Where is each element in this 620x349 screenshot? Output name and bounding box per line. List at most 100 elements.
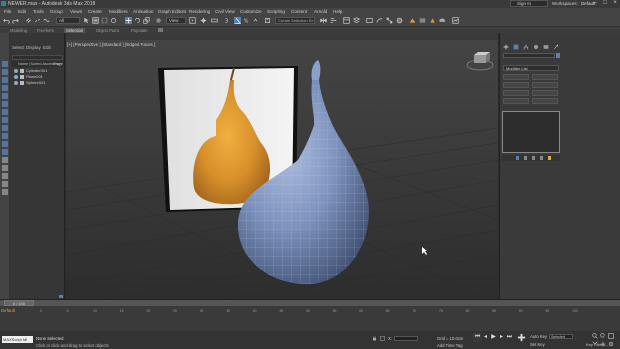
explorer-search-input[interactable] — [12, 55, 63, 60]
named-selection-dropdown[interactable]: Create Selection Se — [275, 17, 315, 24]
redo-icon[interactable] — [12, 17, 19, 24]
explorer-tab-select[interactable]: Select — [12, 45, 25, 50]
pan-view-icon[interactable] — [600, 341, 606, 347]
set-key-toggle[interactable]: Set Key — [530, 342, 545, 347]
ribbon-tab-modeling[interactable]: Modeling — [10, 28, 27, 33]
menu-file[interactable]: File — [4, 9, 11, 14]
play-icon[interactable]: ▶ — [490, 334, 497, 341]
spinner-snap-icon[interactable] — [252, 17, 259, 24]
display-geometry-icon[interactable] — [2, 85, 8, 91]
menu-create[interactable]: Create — [88, 9, 102, 14]
modifier-button-5[interactable] — [503, 90, 529, 96]
set-key-icon[interactable] — [517, 333, 526, 342]
snaps-toggle-icon[interactable]: 3 — [224, 17, 231, 24]
visibility-icon[interactable] — [14, 69, 18, 73]
object-name-field[interactable] — [503, 53, 555, 58]
previous-frame-icon[interactable]: ◂ — [482, 334, 489, 341]
mirror-icon[interactable] — [320, 17, 327, 24]
viewcube-icon[interactable] — [466, 48, 494, 72]
viewport-label-menu[interactable]: [+] [Perspective ] [Standard ] [Edged Fa… — [67, 42, 155, 47]
menu-scripting[interactable]: Scripting — [267, 9, 285, 14]
rendered-frame-window-icon[interactable] — [419, 17, 426, 24]
field-of-view-icon[interactable] — [592, 341, 598, 347]
display-frozen-icon[interactable] — [2, 165, 8, 171]
minimize-icon[interactable]: – — [591, 0, 599, 7]
ribbon-toggle-icon[interactable] — [158, 28, 163, 32]
display-all-icon[interactable] — [2, 69, 8, 75]
menu-views[interactable]: Views — [70, 9, 82, 14]
modifier-button-4[interactable] — [532, 82, 558, 88]
workspaces-selector[interactable]: Workspaces: Default — [552, 1, 595, 6]
menu-tools[interactable]: Tools — [33, 9, 44, 14]
select-rotate-icon[interactable] — [134, 17, 141, 24]
modifier-stack-view[interactable] — [502, 111, 560, 153]
select-manipulate-icon[interactable] — [200, 17, 207, 24]
display-space-warps-icon[interactable] — [2, 125, 8, 131]
undo-icon[interactable] — [3, 17, 10, 24]
x-coordinate-field[interactable]: X: — [388, 336, 418, 342]
display-shapes-icon[interactable] — [2, 93, 8, 99]
orbit-icon[interactable] — [608, 341, 614, 347]
modifier-list-dropdown[interactable]: Modifier List — [503, 65, 559, 71]
a360-gallery-icon[interactable] — [452, 17, 459, 24]
bind-space-warp-icon[interactable] — [43, 17, 50, 24]
remove-modifier-icon[interactable] — [540, 156, 543, 160]
zoom-extents-icon[interactable] — [608, 333, 614, 339]
add-time-tag-button[interactable]: Add Time Tag — [437, 343, 463, 348]
select-object-icon[interactable] — [83, 17, 90, 24]
menu-edit[interactable]: Edit — [18, 9, 26, 14]
layer-explorer-icon[interactable] — [353, 17, 360, 24]
go-to-end-icon[interactable]: ⏭ — [506, 334, 513, 341]
angle-snap-icon[interactable] — [234, 17, 241, 24]
menu-group[interactable]: Group — [50, 9, 63, 14]
modifier-button-7[interactable] — [503, 98, 529, 104]
edit-named-selection-icon[interactable] — [264, 17, 271, 24]
visibility-icon[interactable] — [14, 81, 18, 85]
visibility-icon[interactable] — [14, 75, 18, 79]
filter-icon[interactable] — [2, 189, 8, 195]
make-unique-icon[interactable] — [532, 156, 535, 160]
align-icon[interactable] — [330, 17, 337, 24]
percent-snap-icon[interactable]: % — [243, 17, 250, 24]
auto-key-toggle[interactable]: Auto Key Selected — [530, 334, 573, 340]
menu-customize[interactable]: Customize — [240, 9, 262, 14]
menu-content[interactable]: Content — [291, 9, 307, 14]
sign-in-dropdown[interactable]: Sign In — [510, 0, 548, 7]
ribbon-tab-freeform[interactable]: Freeform — [37, 28, 54, 33]
configure-modifier-sets-icon[interactable] — [548, 156, 551, 160]
select-place-icon[interactable] — [155, 17, 162, 24]
absolute-mode-icon[interactable] — [380, 336, 385, 341]
perspective-viewport[interactable] — [66, 40, 498, 299]
show-end-result-icon[interactable] — [524, 156, 527, 160]
schematic-view-icon[interactable] — [386, 17, 393, 24]
select-scale-icon[interactable] — [143, 17, 150, 24]
keyboard-shortcut-icon[interactable] — [211, 17, 218, 24]
display-xrefs-icon[interactable] — [2, 141, 8, 147]
explorer-tab-display[interactable]: Display — [26, 45, 41, 50]
utilities-tab-icon[interactable] — [553, 44, 559, 50]
time-slider-track[interactable]: 0 / 100 — [0, 300, 620, 306]
zoom-all-icon[interactable] — [600, 333, 606, 339]
explorer-resize-handle[interactable] — [59, 295, 63, 298]
material-editor-icon[interactable] — [396, 17, 403, 24]
rect-selection-icon[interactable] — [101, 17, 108, 24]
menu-rendering[interactable]: Rendering — [189, 9, 210, 14]
ribbon-tab-selection[interactable]: Selection — [64, 27, 86, 33]
select-by-name-icon[interactable] — [92, 17, 99, 24]
window-crossing-icon[interactable] — [110, 17, 117, 24]
modifier-button-8[interactable] — [532, 98, 558, 104]
modify-tab-icon[interactable] — [513, 44, 519, 50]
select-move-icon[interactable] — [125, 17, 132, 24]
display-containers-icon[interactable] — [2, 157, 8, 163]
menu-modifiers[interactable]: Modifiers — [109, 9, 128, 14]
pin-stack-icon[interactable] — [516, 156, 519, 160]
ribbon-tab-populate[interactable]: Populate — [131, 28, 148, 33]
link-icon[interactable] — [25, 17, 32, 24]
modifier-button-2[interactable] — [532, 74, 558, 80]
display-none-icon[interactable] — [2, 61, 8, 67]
maximize-icon[interactable]: □ — [601, 0, 609, 7]
motion-tab-icon[interactable] — [533, 44, 539, 50]
modifier-button-3[interactable] — [503, 82, 529, 88]
menu-arnold[interactable]: Arnold — [314, 9, 327, 14]
time-slider-handle[interactable]: 0 / 100 — [4, 300, 34, 306]
